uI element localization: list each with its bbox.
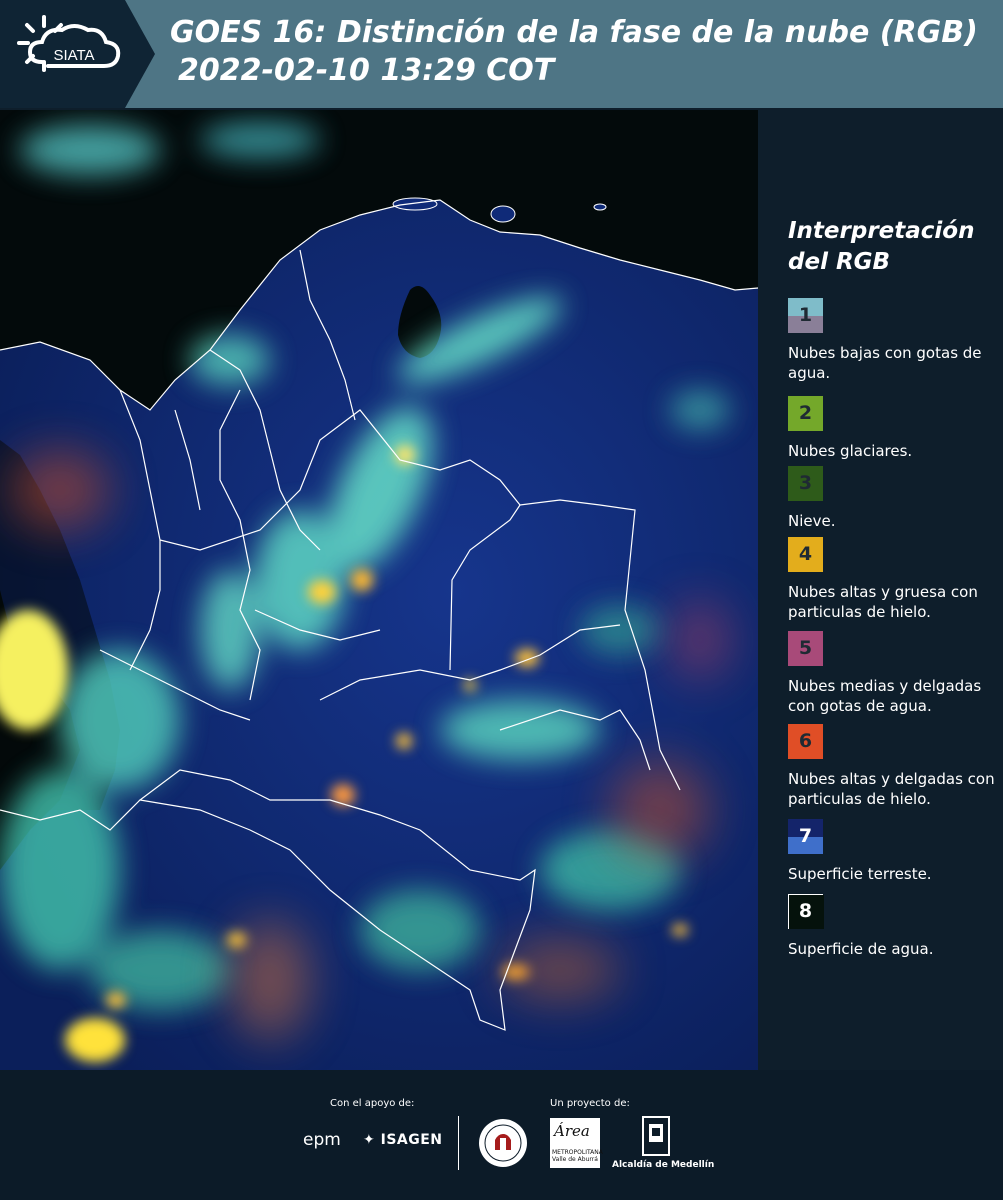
epm-logo[interactable]: epm [303, 1130, 341, 1150]
legend-swatch: 4 [788, 537, 823, 572]
legend-label: Nubes altas y gruesa con particulas de h… [788, 583, 978, 621]
legend-item-5: 5 Nubes medias y delgadas con gotas de a… [788, 631, 998, 716]
epm-text: epm [303, 1130, 341, 1150]
legend-title-line-1: Interpretación [788, 218, 975, 244]
legend-title-line-2: del RGB [788, 249, 891, 275]
legend-number: 2 [798, 402, 813, 424]
legend-swatch: 7 [788, 819, 823, 854]
header: SIATA GOES 16: Distinción de la fase de … [0, 0, 1003, 108]
project-label: Un proyecto de: [550, 1098, 630, 1109]
legend: Interpretación del RGB 1 Nubes bajas con… [770, 110, 1003, 1070]
title-line-2: 2022-02-10 13:29 COT [178, 53, 555, 88]
satellite-map[interactable] [0, 110, 758, 1070]
area-metropolitana-logo[interactable]: Área METROPOLITANA Valle de Aburrá [550, 1118, 603, 1168]
legend-number: 3 [798, 472, 813, 494]
alcaldia-label: Alcaldía de Medellín [612, 1160, 715, 1170]
legend-number: 5 [798, 637, 813, 659]
seal-icon [479, 1119, 527, 1167]
area-logo-name: Área [554, 1122, 590, 1140]
alcaldia-shield-icon[interactable] [642, 1116, 670, 1160]
legend-swatch: 6 [788, 724, 823, 759]
legend-swatch: 8 [788, 894, 824, 929]
title-line-1: GOES 16: Distinción de la fase de la nub… [170, 15, 978, 50]
legend-item-8: 8 Superficie de agua. [788, 894, 998, 959]
isagen-text: ISAGEN [380, 1132, 443, 1148]
legend-swatch: 2 [788, 396, 823, 431]
isagen-logo[interactable]: ✦ ISAGEN [363, 1132, 443, 1148]
legend-item-1: 1 Nubes bajas con gotas de agua. [788, 298, 998, 383]
legend-number: 8 [798, 900, 813, 922]
legend-label: Nubes bajas con gotas de agua. [788, 344, 982, 382]
footer: Con el apoyo de: Un proyecto de: epm ✦ I… [0, 1070, 1003, 1200]
legend-label: Nubes altas y delgadas con particulas de… [788, 770, 995, 808]
legend-item-7: 7 Superficie terreste. [788, 819, 998, 884]
siata-logo[interactable]: SIATA [0, 0, 155, 108]
isagen-star-icon: ✦ [363, 1132, 376, 1148]
legend-swatch: 1 [788, 298, 823, 333]
support-label: Con el apoyo de: [330, 1098, 415, 1109]
seal-logo[interactable] [478, 1118, 528, 1172]
legend-title: Interpretación del RGB [788, 216, 974, 278]
legend-number: 1 [798, 304, 813, 326]
logo-text: SIATA [53, 47, 94, 64]
legend-label: Nieve. [788, 512, 836, 530]
legend-label: Superficie terreste. [788, 865, 932, 883]
legend-item-2: 2 Nubes glaciares. [788, 396, 998, 461]
legend-number: 4 [798, 543, 813, 565]
area-logo-sub: METROPOLITANA Valle de Aburrá [552, 1149, 603, 1163]
legend-label: Superficie de agua. [788, 940, 934, 958]
legend-label: Nubes glaciares. [788, 442, 913, 460]
footer-divider [458, 1116, 459, 1170]
legend-number: 6 [798, 730, 813, 752]
legend-swatch: 3 [788, 466, 823, 501]
legend-item-3: 3 Nieve. [788, 466, 998, 531]
page-title: GOES 16: Distinción de la fase de la nub… [170, 14, 978, 90]
legend-number: 7 [798, 825, 813, 847]
legend-swatch: 5 [788, 631, 823, 666]
legend-item-4: 4 Nubes altas y gruesa con particulas de… [788, 537, 998, 622]
legend-item-6: 6 Nubes altas y delgadas con particulas … [788, 724, 998, 809]
legend-label: Nubes medias y delgadas con gotas de agu… [788, 677, 982, 715]
